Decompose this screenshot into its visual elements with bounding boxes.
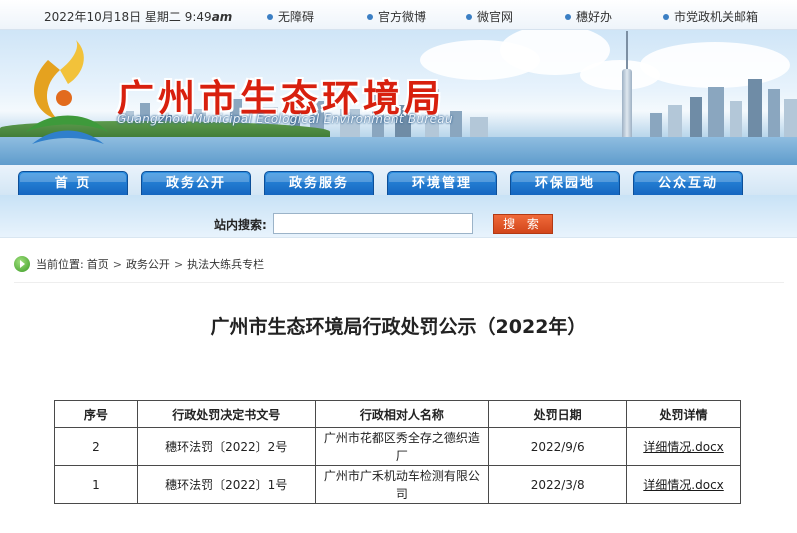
- breadcrumb-prefix: 当前位置:: [36, 258, 84, 271]
- cell-party-name: 广州市广禾机动车检测有限公司: [314, 465, 490, 504]
- site-banner: 广州市生态环境局 Guangzhou Municipal Ecological …: [0, 30, 797, 165]
- arrow-circle-icon: [14, 256, 30, 272]
- breadcrumb-gov-affairs[interactable]: 政务公开: [126, 256, 170, 272]
- breadcrumb-law-enforcement[interactable]: 执法大练兵专栏: [187, 256, 264, 272]
- gov-mailbox-link[interactable]: 市党政机关邮箱: [663, 8, 758, 25]
- header-details: 处罚详情: [626, 400, 741, 428]
- table-row: 2 穗环法罚〔2022〕2号 广州市花都区秀全存之德织造厂 2022/9/6 详…: [54, 427, 741, 466]
- bullet-icon: [466, 13, 472, 20]
- site-subtitle: Guangzhou Municipal Ecological Environme…: [117, 112, 453, 126]
- breadcrumb-separator: >: [112, 257, 122, 271]
- header-penalty-date: 处罚日期: [488, 400, 628, 428]
- penalty-table: 序号 行政处罚决定书文号 行政相对人名称 处罚日期 处罚详情 2 穗环法罚〔20…: [54, 400, 741, 504]
- cell-index: 2: [54, 427, 138, 466]
- header-party-name: 行政相对人名称: [314, 400, 490, 428]
- search-label: 站内搜索:: [214, 218, 267, 232]
- tab-eco-garden[interactable]: 环保园地: [510, 171, 620, 195]
- breadcrumb: 当前位置: 首页 > 政务公开 > 执法大练兵专栏: [14, 255, 264, 273]
- search-button[interactable]: 搜 索: [493, 214, 553, 234]
- bureau-logo-icon: [26, 40, 108, 144]
- accessibility-link[interactable]: 无障碍: [267, 8, 314, 25]
- bullet-icon: [367, 13, 373, 20]
- canton-tower: [620, 31, 634, 139]
- header-index: 序号: [54, 400, 138, 428]
- details-link[interactable]: 详细情况.docx: [626, 427, 741, 466]
- top-info-bar: 2022年10月18日 星期二 9:49am 无障碍 官方微博 微官网 穗好办 …: [0, 0, 797, 30]
- search-input[interactable]: [273, 213, 473, 234]
- search-bar: 站内搜索: 搜 索: [0, 195, 797, 238]
- header-decision-number: 行政处罚决定书文号: [136, 400, 316, 428]
- tab-gov-services[interactable]: 政务服务: [264, 171, 374, 195]
- table-row: 1 穗环法罚〔2022〕1号 广州市广禾机动车检测有限公司 2022/3/8 详…: [54, 465, 741, 504]
- page-title: 广州市生态环境局行政处罚公示（2022年）: [210, 316, 587, 338]
- divider: [14, 282, 784, 283]
- cell-decision-number: 穗环法罚〔2022〕2号: [136, 427, 316, 466]
- cell-index: 1: [54, 465, 138, 504]
- bullet-icon: [267, 13, 273, 20]
- breadcrumb-separator: >: [173, 257, 184, 271]
- breadcrumb-home[interactable]: 首页: [87, 256, 109, 272]
- bullet-icon: [565, 13, 571, 20]
- tab-gov-affairs-public[interactable]: 政务公开: [141, 171, 251, 195]
- main-nav: 首 页 政务公开 政务服务 环境管理 环保园地 公众互动: [0, 165, 797, 195]
- bullet-icon: [663, 13, 669, 20]
- cell-decision-number: 穗环法罚〔2022〕1号: [136, 465, 316, 504]
- tab-home[interactable]: 首 页: [18, 171, 128, 195]
- details-link[interactable]: 详细情况.docx: [626, 465, 741, 504]
- micro-site-link[interactable]: 微官网: [466, 8, 513, 25]
- cell-penalty-date: 2022/9/6: [488, 427, 628, 466]
- cell-party-name: 广州市花都区秀全存之德织造厂: [314, 427, 490, 466]
- official-weibo-link[interactable]: 官方微博: [367, 8, 426, 25]
- suihaoban-link[interactable]: 穗好办: [565, 8, 612, 25]
- table-header-row: 序号 行政处罚决定书文号 行政相对人名称 处罚日期 处罚详情: [54, 400, 741, 428]
- tab-env-management[interactable]: 环境管理: [387, 171, 497, 195]
- cell-penalty-date: 2022/3/8: [488, 465, 628, 504]
- current-date: 2022年10月18日 星期二 9:49am: [44, 10, 233, 24]
- tab-public-interaction[interactable]: 公众互动: [633, 171, 743, 195]
